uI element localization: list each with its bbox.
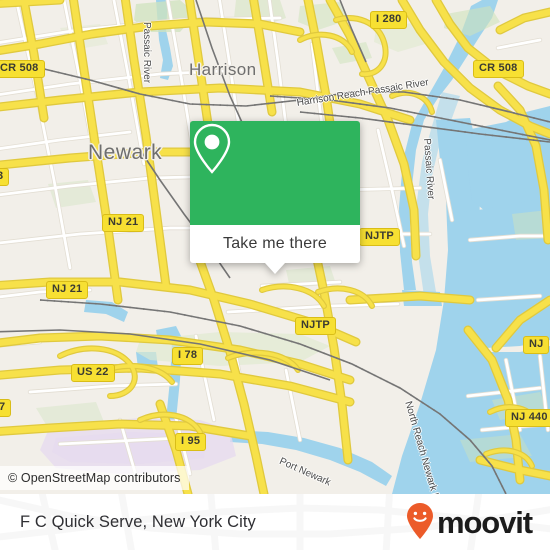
- take-me-there-button[interactable]: Take me there: [190, 225, 360, 263]
- place-title: F C Quick Serve, New York City: [20, 512, 256, 531]
- highway-shield[interactable]: I 280: [370, 11, 408, 29]
- moovit-logo[interactable]: moovit: [405, 502, 533, 542]
- map-attribution[interactable]: © OpenStreetMap contributors: [0, 466, 189, 490]
- highway-shield[interactable]: NJ 21: [46, 281, 89, 299]
- highway-shield[interactable]: US 22: [71, 364, 115, 382]
- map-screenshot: .w{fill:#9fd3ec} .g{fill:#cfe3bd} .gl{fi…: [0, 0, 550, 550]
- highway-shield[interactable]: NJTP: [295, 317, 336, 335]
- highway-shield[interactable]: I 95: [175, 433, 207, 451]
- map-label-water: Passaic River: [141, 22, 152, 84]
- map-pin-icon: [193, 123, 231, 174]
- popup-tail: [265, 263, 285, 274]
- bottom-bar: F C Quick Serve, New York City moovit: [0, 494, 550, 550]
- highway-shield[interactable]: NJTP: [359, 228, 400, 246]
- highway-shield[interactable]: CR 508: [473, 60, 524, 78]
- map-label-place: Harrison: [189, 60, 257, 79]
- map-canvas[interactable]: .w{fill:#9fd3ec} .g{fill:#cfe3bd} .gl{fi…: [0, 0, 550, 494]
- moovit-pin-smile-icon: [406, 503, 433, 539]
- highway-shield[interactable]: NJ 21: [102, 214, 145, 232]
- highway-shield[interactable]: NJ 440: [505, 409, 550, 427]
- highway-shield[interactable]: 3: [0, 168, 10, 186]
- moovit-wordmark: moovit: [436, 504, 533, 540]
- popup-image: [190, 121, 360, 225]
- highway-shield[interactable]: NJ: [523, 336, 550, 354]
- highway-shield[interactable]: CR 508: [0, 60, 45, 78]
- map-label-place: Newark: [88, 141, 163, 164]
- highway-shield[interactable]: 7: [0, 399, 12, 417]
- location-popup[interactable]: Take me there: [190, 121, 360, 274]
- highway-shield[interactable]: I 78: [172, 347, 204, 365]
